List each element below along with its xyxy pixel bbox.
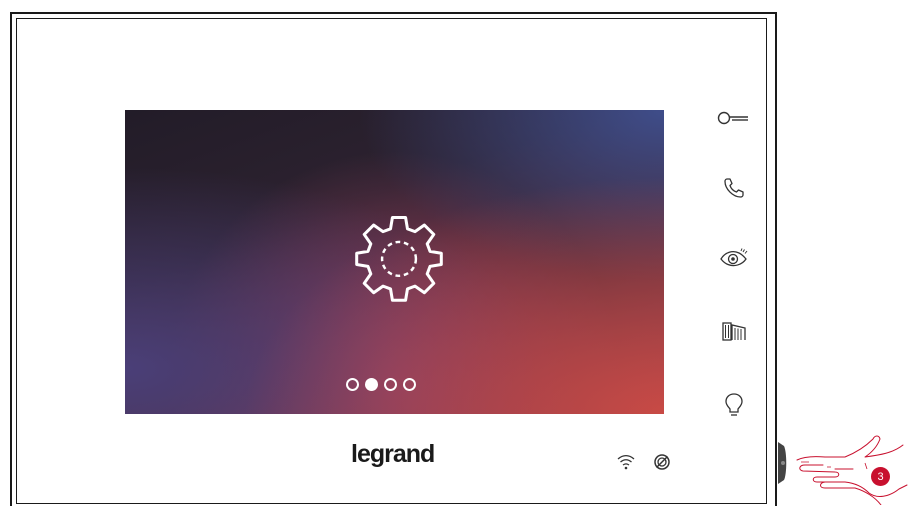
gear-icon (355, 216, 443, 302)
door-lock-button[interactable] (714, 103, 754, 133)
eye-icon (720, 248, 748, 267)
pagination-dots (346, 378, 416, 391)
page-dot[interactable] (384, 378, 397, 391)
light-bulb-icon (725, 393, 743, 416)
step-number-badge: 3 (871, 467, 890, 486)
gate-button[interactable] (714, 316, 754, 346)
display-screen[interactable] (125, 110, 664, 414)
hand-pointer-icon (796, 435, 908, 505)
camera-view-button[interactable] (714, 243, 754, 273)
phone-icon (724, 178, 744, 198)
answer-call-button[interactable] (714, 173, 754, 203)
key-icon (717, 111, 748, 125)
page-dot-active[interactable] (365, 378, 378, 391)
gate-icon (722, 322, 746, 341)
wifi-icon (617, 454, 635, 470)
do-not-disturb-icon (654, 454, 670, 470)
light-button[interactable] (714, 390, 754, 420)
page-dot[interactable] (346, 378, 359, 391)
page-dot[interactable] (403, 378, 416, 391)
side-knob[interactable] (778, 442, 788, 484)
brand-logo: legrand (351, 440, 435, 468)
